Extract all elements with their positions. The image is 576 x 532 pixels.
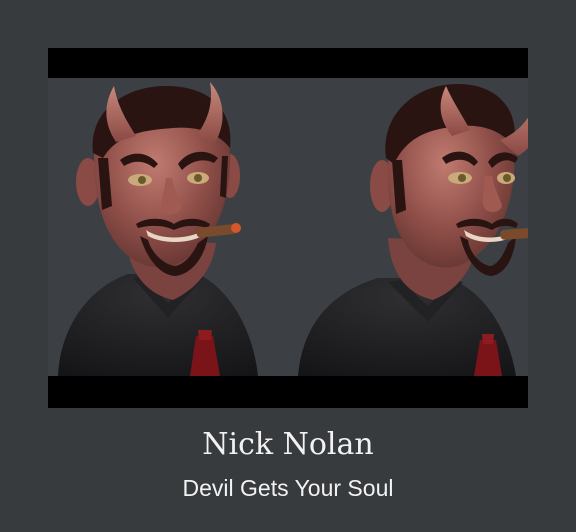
left-bust (58, 82, 258, 376)
artist-name: Nick Nolan (202, 427, 374, 462)
artwork-title: Devil Gets Your Soul (182, 475, 394, 501)
artwork-render (48, 78, 528, 376)
right-bust (298, 84, 528, 376)
artwork-frame (48, 48, 528, 408)
devil-bust-render (58, 82, 528, 376)
